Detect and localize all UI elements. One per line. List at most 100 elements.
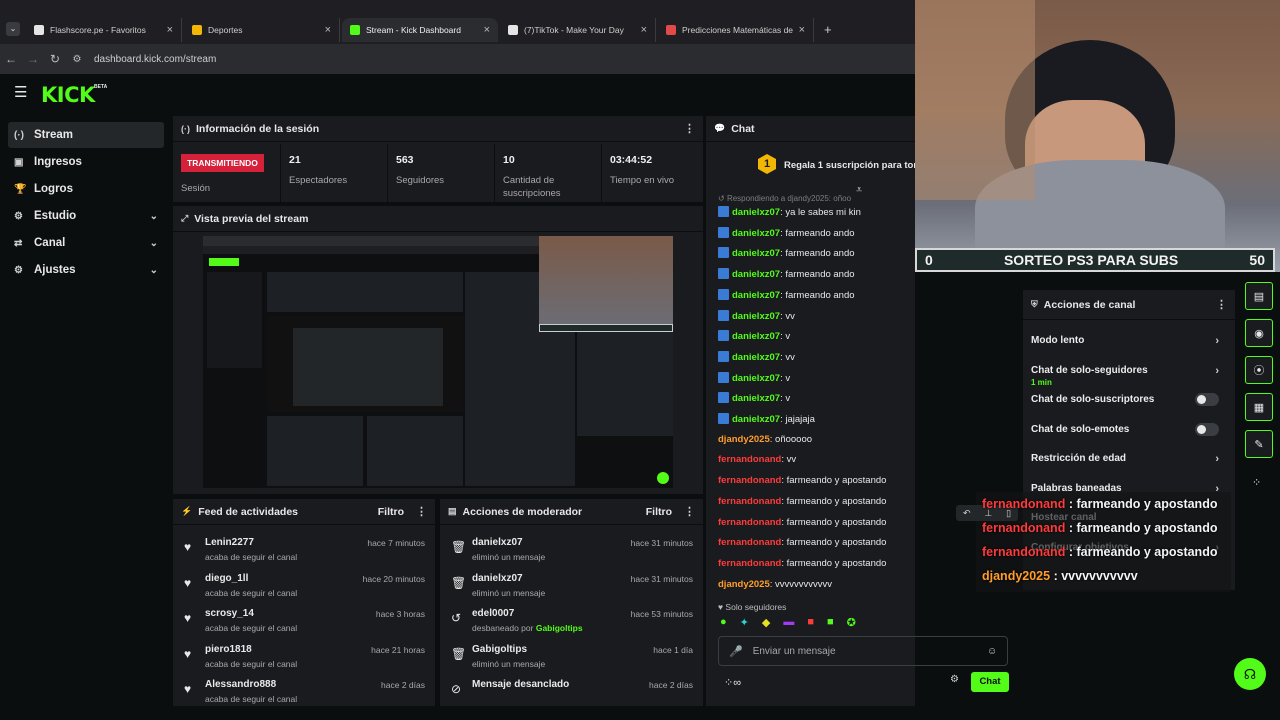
chat-message[interactable]: fernandonand: farmeando y apostando bbox=[718, 496, 886, 507]
chat-username[interactable]: fernandonand bbox=[718, 454, 781, 465]
chat-username[interactable]: danielxz07 bbox=[732, 373, 780, 384]
mod-action-user[interactable]: danielxz07 bbox=[472, 573, 523, 584]
points-icon[interactable]: ⁘ bbox=[1252, 476, 1261, 489]
chat-username[interactable]: danielxz07 bbox=[732, 290, 780, 301]
chat-username[interactable]: fernandonand bbox=[718, 537, 781, 548]
back-icon[interactable]: ← bbox=[0, 52, 22, 66]
activity-row[interactable]: ♥ Lenin2277 acaba de seguir el canal hace 7… bbox=[173, 533, 435, 569]
chat-message[interactable]: djandy2025: vvvvvvvvvvvv bbox=[718, 579, 832, 590]
emote-icon[interactable]: ■ bbox=[827, 616, 834, 632]
mod-action-row[interactable]: 🗑 Gabigoltips eliminó un mensaje hace 1 día bbox=[440, 640, 703, 676]
chat-message[interactable]: danielxz07: vv bbox=[718, 309, 795, 322]
chat-username[interactable]: danielxz07 bbox=[732, 228, 780, 239]
chat-message[interactable]: danielxz07: farmeando ando bbox=[718, 268, 855, 280]
activity-more-icon[interactable]: ⋮ bbox=[416, 505, 427, 518]
chat-message[interactable]: danielxz07: farmeando ando bbox=[718, 226, 855, 239]
chat-settings-gear-icon[interactable]: ⚙ bbox=[950, 674, 959, 685]
channel-action-item[interactable]: Modo lento › bbox=[1031, 335, 1227, 347]
activity-filter-button[interactable]: Filtro bbox=[378, 506, 404, 518]
chat-username[interactable]: danielxz07 bbox=[732, 207, 780, 218]
chevron-down-icon[interactable]: ⌄ bbox=[150, 238, 158, 249]
browser-tab[interactable]: Deportes × bbox=[184, 18, 340, 42]
mod-action-row[interactable]: 🗑 danielxz07 eliminó un mensaje hace 31 min… bbox=[440, 533, 703, 569]
mod-action-user[interactable]: Mensaje desanclado bbox=[472, 679, 569, 690]
layout-icon[interactable]: ▦ bbox=[1245, 393, 1273, 421]
chat-username[interactable]: djandy2025 bbox=[718, 434, 770, 445]
tab-search-chevron-icon[interactable]: ⌄ bbox=[6, 22, 20, 36]
activity-user[interactable]: Alessandro888 bbox=[205, 679, 276, 690]
chat-message[interactable]: fernandonand: farmeando y apostando bbox=[718, 475, 886, 486]
chat-message[interactable]: fernandonand: farmeando y apostando bbox=[718, 517, 886, 528]
mod-action-user[interactable]: Gabigoltips bbox=[472, 644, 527, 655]
emote-icon[interactable]: ✪ bbox=[847, 616, 856, 632]
chevron-right-icon[interactable]: › bbox=[1215, 453, 1219, 465]
chat-message[interactable]: danielxz07: v bbox=[718, 371, 790, 384]
emoji-picker-icon[interactable]: ☺ bbox=[987, 646, 997, 657]
hamburger-menu-icon[interactable]: ☰ bbox=[14, 85, 27, 100]
chat-username[interactable]: danielxz07 bbox=[732, 311, 780, 322]
sidebar-item-logros[interactable]: 🏆 Logros bbox=[8, 176, 164, 202]
activity-user[interactable]: scrosy_14 bbox=[205, 608, 254, 619]
chevron-down-icon[interactable]: ⌄ bbox=[150, 265, 158, 276]
activity-user[interactable]: piero1818 bbox=[205, 644, 252, 655]
mod-action-row[interactable]: 🗑 danielxz07 eliminó un mensaje hace 31 min… bbox=[440, 569, 703, 605]
sidebar-item-ingresos[interactable]: ▣ Ingresos bbox=[8, 149, 164, 175]
chat-message[interactable]: djandy2025: oñooooo bbox=[718, 434, 812, 445]
mod-action-user[interactable]: edel0007 bbox=[472, 608, 514, 619]
activity-row[interactable]: ♥ scrosy_14 acaba de seguir el canal hace 3… bbox=[173, 604, 435, 640]
chevron-down-icon[interactable]: ⌄ bbox=[150, 211, 158, 222]
sidebar-item-stream[interactable]: (·) Stream bbox=[8, 122, 164, 148]
tab-close-icon[interactable]: × bbox=[484, 24, 490, 36]
toggle-switch[interactable] bbox=[1195, 422, 1219, 436]
microphone-icon[interactable]: 🎤 bbox=[729, 645, 743, 658]
emote-icon[interactable]: ■ bbox=[807, 616, 814, 632]
channel-action-item[interactable]: Chat de solo-seguidores 1 min › bbox=[1031, 365, 1227, 387]
chat-username[interactable]: fernandonand bbox=[718, 475, 781, 486]
channel-action-item[interactable]: Chat de solo-suscriptores bbox=[1031, 393, 1227, 406]
sidebar-item-canal[interactable]: ⇄ Canal ⌄ bbox=[8, 230, 164, 256]
broadcast-toggle-icon[interactable]: ⦿ bbox=[1245, 356, 1273, 384]
reload-icon[interactable]: ↻ bbox=[44, 52, 66, 66]
channel-action-item[interactable]: Restricción de edad › bbox=[1031, 453, 1227, 465]
chat-message[interactable]: danielxz07: farmeando ando bbox=[718, 247, 855, 259]
browser-tab[interactable]: Predicciones Matemáticas de F × bbox=[658, 18, 814, 42]
chat-username[interactable]: danielxz07 bbox=[732, 269, 780, 280]
chat-message[interactable]: danielxz07: vv bbox=[718, 350, 795, 363]
chat-message[interactable]: fernandonand: vv bbox=[718, 454, 796, 465]
mod-action-by[interactable]: Gabigoltips bbox=[536, 623, 583, 633]
sidebar-item-estudio[interactable]: ⚙ Estudio ⌄ bbox=[8, 203, 164, 229]
chat-message[interactable]: fernandonand: farmeando y apostando bbox=[718, 558, 886, 569]
chat-username[interactable]: fernandonand bbox=[718, 496, 781, 507]
notes-icon[interactable]: ▤ bbox=[1245, 282, 1273, 310]
more-options-icon[interactable]: ⋮ bbox=[684, 122, 695, 135]
mod-action-user[interactable]: danielxz07 bbox=[472, 537, 523, 548]
chat-username[interactable]: fernandonand bbox=[718, 517, 781, 528]
mod-filter-button[interactable]: Filtro bbox=[646, 506, 672, 518]
tab-close-icon[interactable]: × bbox=[325, 24, 331, 36]
activity-row[interactable]: ♥ piero1818 acaba de seguir el canal hace 2… bbox=[173, 640, 435, 676]
chat-input[interactable]: Enviar un mensaje bbox=[753, 646, 836, 657]
browser-tab[interactable]: (7)TikTok - Make Your Day × bbox=[500, 18, 656, 42]
chevron-right-icon[interactable]: › bbox=[1215, 335, 1219, 347]
activity-user[interactable]: Lenin2277 bbox=[205, 537, 254, 548]
tab-close-icon[interactable]: × bbox=[641, 24, 647, 36]
new-tab-button[interactable]: + bbox=[824, 22, 832, 37]
mod-action-row[interactable]: ↺ edel0007 desbaneado por Gabigoltips hace … bbox=[440, 604, 703, 640]
chat-message[interactable]: fernandonand: farmeando y apostando bbox=[718, 537, 886, 548]
site-info-icon[interactable]: ⚙ bbox=[66, 54, 88, 65]
forward-icon[interactable]: → bbox=[22, 52, 44, 66]
chat-message[interactable]: danielxz07: jajajaja bbox=[718, 413, 815, 425]
activity-row[interactable]: ♥ diego_1ll acaba de seguir el canal hace 2… bbox=[173, 569, 435, 605]
emote-icon[interactable]: ◆ bbox=[762, 616, 770, 632]
chat-message[interactable]: danielxz07: ya le sabes mi kin bbox=[718, 206, 861, 218]
tab-close-icon[interactable]: × bbox=[167, 24, 173, 36]
wrench-icon[interactable]: ✎ bbox=[1245, 430, 1273, 458]
activity-user[interactable]: diego_1ll bbox=[205, 573, 248, 584]
tab-close-icon[interactable]: × bbox=[799, 24, 805, 36]
toggle-switch[interactable] bbox=[1195, 393, 1219, 406]
kick-logo[interactable]: KICK bbox=[41, 83, 95, 107]
chat-message[interactable]: danielxz07: v bbox=[718, 330, 790, 342]
chat-username[interactable]: fernandonand bbox=[718, 558, 781, 569]
chat-message[interactable]: danielxz07: farmeando ando bbox=[718, 288, 855, 301]
channel-actions-more-icon[interactable]: ⋮ bbox=[1216, 298, 1227, 311]
